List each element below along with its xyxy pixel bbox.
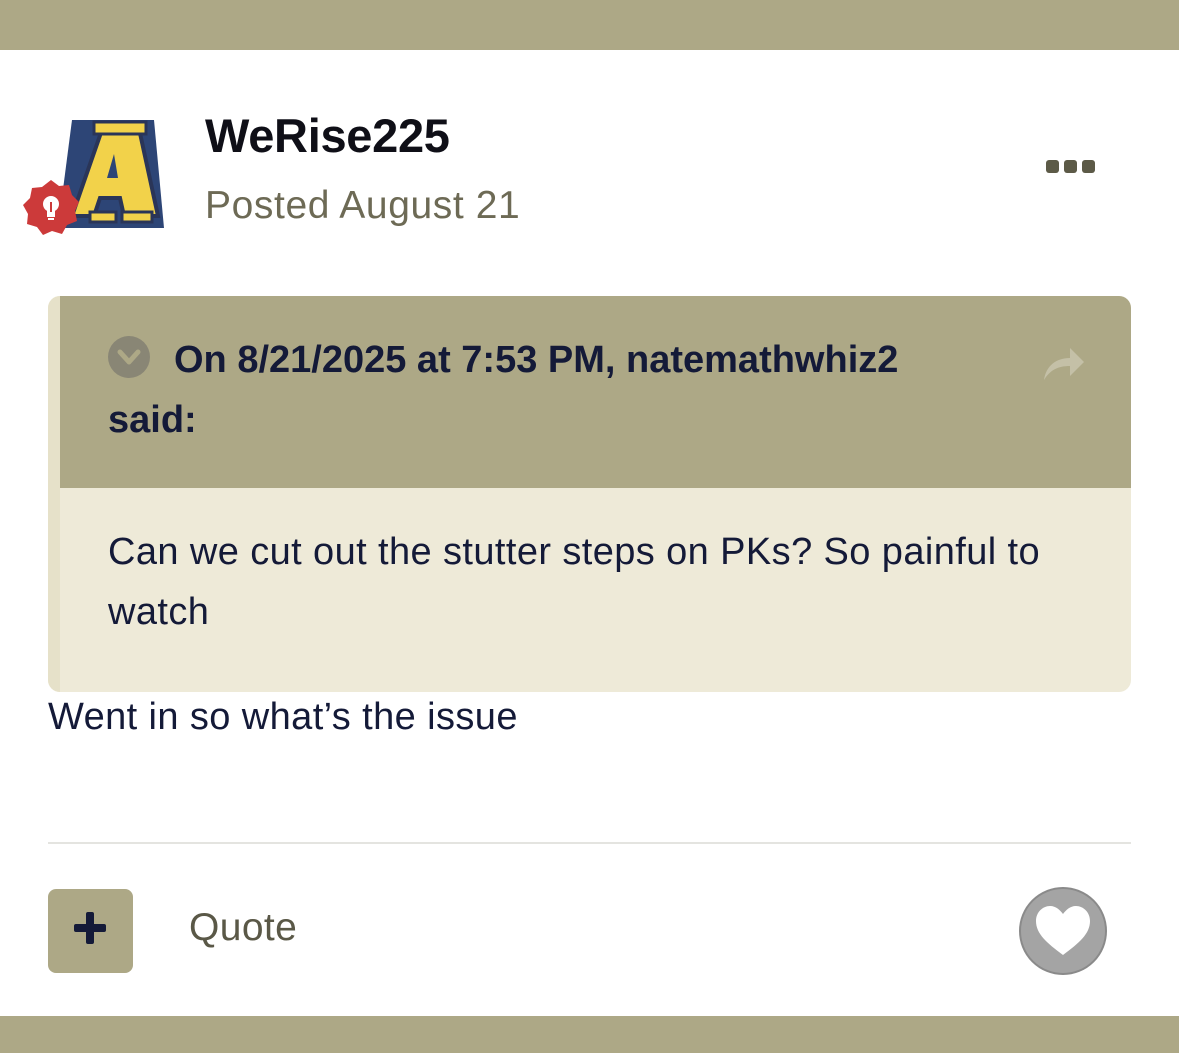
like-button[interactable]: [1019, 887, 1107, 975]
plus-icon: [74, 912, 106, 944]
divider: [48, 842, 1131, 844]
post-options-button[interactable]: [1040, 150, 1102, 184]
bottom-band: [0, 1016, 1179, 1053]
quote-citation[interactable]: On 8/21/2025 at 7:53 PM, natemathwhiz2 s…: [108, 330, 988, 450]
quote-button[interactable]: Quote: [189, 906, 297, 950]
quote-accent-stripe: [48, 296, 60, 692]
heart-icon: [1036, 906, 1090, 955]
post-date[interactable]: Posted August 21: [205, 184, 520, 228]
ellipsis-icon: [1046, 160, 1059, 173]
lightbulb-icon: [23, 180, 79, 235]
share-arrow-icon: [1044, 348, 1084, 380]
author-name[interactable]: WeRise225: [205, 108, 450, 163]
post-content: Went in so what’s the issue: [48, 696, 518, 738]
ellipsis-icon: [1082, 160, 1095, 173]
multiquote-add-button[interactable]: [48, 889, 133, 973]
top-band: [0, 0, 1179, 50]
reputation-badge: [22, 178, 80, 236]
go-to-quoted-post[interactable]: [1040, 344, 1088, 384]
ellipsis-icon: [1064, 160, 1077, 173]
quote-text: Can we cut out the stutter steps on PKs?…: [108, 531, 1041, 633]
quoted-post: On 8/21/2025 at 7:53 PM, natemathwhiz2 s…: [48, 296, 1131, 692]
